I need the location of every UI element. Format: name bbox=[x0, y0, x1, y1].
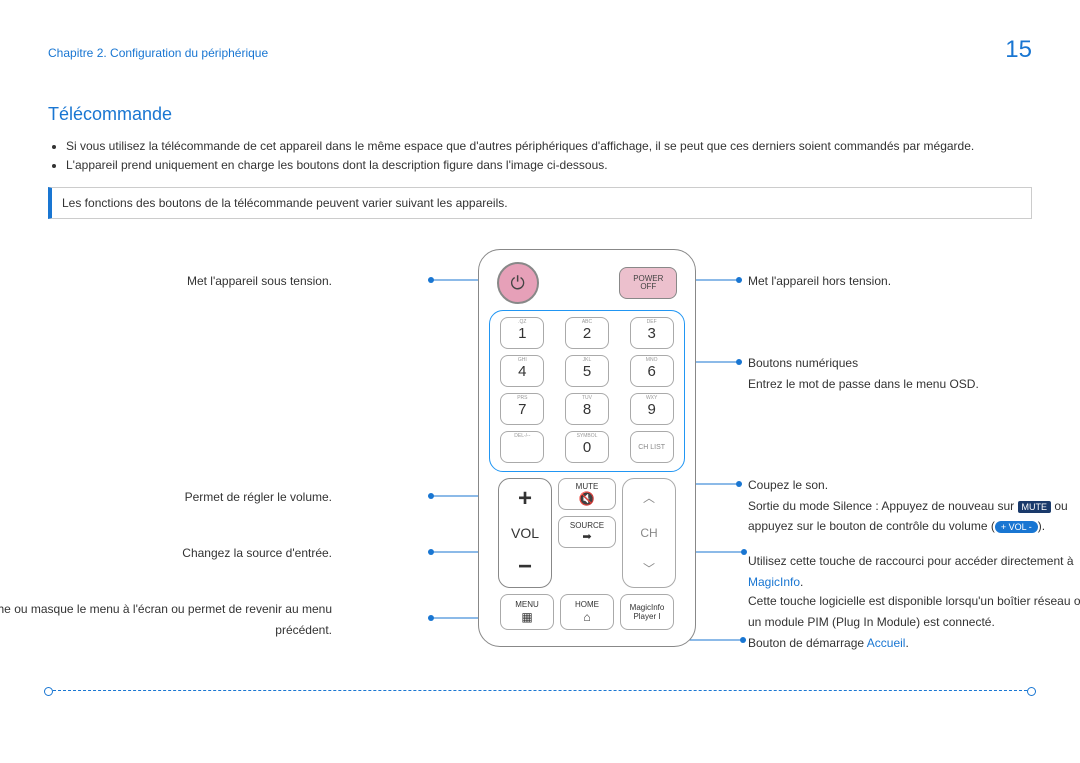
numkey-CH LIST[interactable]: CH LIST bbox=[630, 431, 674, 463]
label-source: Changez la source d'entrée. bbox=[182, 543, 332, 563]
bullet-1: Si vous utilisez la télécommande de cet … bbox=[66, 137, 1032, 156]
section-separator bbox=[48, 690, 1032, 691]
label-volume: Permet de régler le volume. bbox=[185, 487, 332, 507]
source-icon: ➡ bbox=[582, 530, 591, 543]
home-icon: ⌂ bbox=[583, 610, 590, 624]
numkey-0[interactable]: SYMBOL0 bbox=[565, 431, 609, 463]
numkey-5[interactable]: JKL5 bbox=[565, 355, 609, 387]
bullet-2: L'appareil prend uniquement en charge le… bbox=[66, 156, 1032, 175]
mute-button[interactable]: MUTE 🔇 bbox=[558, 478, 616, 510]
chevron-up-icon: ︿ bbox=[643, 489, 655, 506]
vol-plus-icon: + bbox=[518, 485, 532, 513]
label-power-on: Met l'appareil sous tension. bbox=[187, 271, 332, 291]
magicinfo-link: MagicInfo bbox=[748, 575, 800, 589]
numkey-1[interactable]: .QZ1 bbox=[500, 317, 544, 349]
label-mute: Coupez le son. Sortie du mode Silence : … bbox=[748, 475, 1080, 536]
note-box: Les fonctions des boutons de la télécomm… bbox=[48, 187, 1032, 219]
numkey-3[interactable]: DEF3 bbox=[630, 317, 674, 349]
numkey-4[interactable]: GHI4 bbox=[500, 355, 544, 387]
power-on-button[interactable]: ⏻ bbox=[497, 262, 539, 304]
menu-icon: ▦ bbox=[521, 610, 532, 624]
page-number: 15 bbox=[1005, 36, 1032, 64]
volume-rocker[interactable]: + VOL − bbox=[498, 478, 552, 588]
power-off-button[interactable]: POWER OFF bbox=[619, 267, 677, 299]
accueil-link: Accueil bbox=[867, 636, 906, 650]
chevron-down-icon: ﹀ bbox=[643, 560, 655, 577]
intro-bullets: Si vous utilisez la télécommande de cet … bbox=[66, 137, 1032, 175]
label-mute-desc: Sortie du mode Silence : Appuyez de nouv… bbox=[748, 496, 1080, 537]
label-numpad-title: Boutons numériques bbox=[748, 353, 979, 373]
vol-tag: + VOL - bbox=[995, 521, 1038, 533]
mute-tag: MUTE bbox=[1018, 501, 1052, 513]
label-menu: Affiche ou masque le menu à l'écran ou p… bbox=[0, 599, 332, 640]
remote: ⏻ POWER OFF .QZ1 ABC2 DEF3 GHI4 JKL5 MNO6 PR… bbox=[478, 249, 696, 647]
numkey-7[interactable]: PRS7 bbox=[500, 393, 544, 425]
magicinfo-button[interactable]: MagicInfo Player I bbox=[620, 594, 674, 630]
source-button[interactable]: SOURCE ➡ bbox=[558, 516, 616, 548]
label-mute-title: Coupez le son. bbox=[748, 475, 1080, 495]
section-title: Télécommande bbox=[48, 104, 1032, 125]
menu-button[interactable]: MENU ▦ bbox=[500, 594, 554, 630]
numpad: .QZ1 ABC2 DEF3 GHI4 JKL5 MNO6 PRS7 TUV8 WXY9 D… bbox=[489, 310, 685, 472]
label-magicinfo: Utilisez cette touche de raccourci pour … bbox=[748, 551, 1080, 592]
numkey-DEL-/--[interactable]: DEL-/-- bbox=[500, 431, 544, 463]
numkey-2[interactable]: ABC2 bbox=[565, 317, 609, 349]
label-numpad: Boutons numériques Entrez le mot de pass… bbox=[748, 353, 979, 394]
home-button[interactable]: HOME ⌂ bbox=[560, 594, 614, 630]
remote-diagram: Met l'appareil sous tension. Permet de r… bbox=[48, 239, 1032, 709]
mute-icon: 🔇 bbox=[579, 491, 595, 507]
numkey-8[interactable]: TUV8 bbox=[565, 393, 609, 425]
numkey-6[interactable]: MNO6 bbox=[630, 355, 674, 387]
label-pim: Cette touche logicielle est disponible l… bbox=[748, 591, 1080, 632]
label-power-off: Met l'appareil hors tension. bbox=[748, 271, 891, 291]
numkey-9[interactable]: WXY9 bbox=[630, 393, 674, 425]
channel-rocker[interactable]: ︿ CH ﹀ bbox=[622, 478, 676, 588]
label-home: Bouton de démarrage Accueil. bbox=[748, 633, 909, 653]
chapter: Chapitre 2. Configuration du périphériqu… bbox=[48, 46, 268, 60]
label-numpad-desc: Entrez le mot de passe dans le menu OSD. bbox=[748, 374, 979, 394]
vol-minus-icon: − bbox=[518, 553, 532, 581]
